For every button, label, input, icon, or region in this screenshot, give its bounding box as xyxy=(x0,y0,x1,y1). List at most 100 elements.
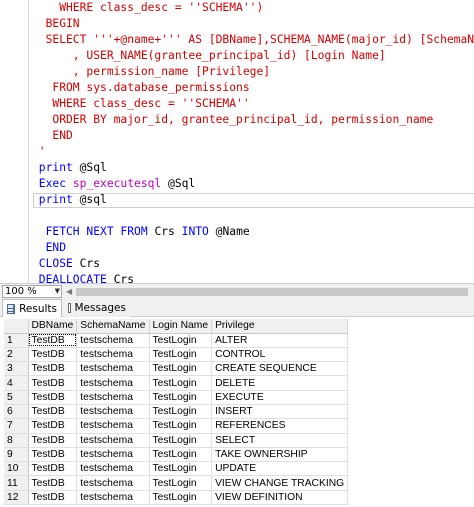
cell-login-name[interactable]: TestLogin xyxy=(149,361,213,377)
row-number[interactable]: 10 xyxy=(4,461,29,477)
tab-messages[interactable]: Messages xyxy=(64,299,130,317)
table-row[interactable]: 1 TestDB testschema TestLogin ALTER xyxy=(4,333,349,348)
cell-schemaname[interactable]: testschema xyxy=(76,475,150,491)
table-row[interactable]: 3 TestDB testschema TestLogin CREATE SEQUENC… xyxy=(4,361,349,377)
cell-login-name[interactable]: TestLogin xyxy=(149,433,213,448)
table-row[interactable]: 2 TestDB testschema TestLogin CONTROL xyxy=(4,347,349,363)
code-line[interactable]: ORDER BY major_id, grantee_principal_id,… xyxy=(32,112,474,128)
row-number[interactable]: 8 xyxy=(4,433,29,448)
cell-privilege[interactable]: REFERENCES xyxy=(211,418,349,434)
table-row[interactable]: 11 TestDB testschema TestLogin VIEW CHANGE T… xyxy=(4,475,349,491)
table-row[interactable]: 7 TestDB testschema TestLogin REFERENCES xyxy=(4,418,349,434)
cell-schemaname[interactable]: testschema xyxy=(76,333,150,348)
column-header-login-name[interactable]: Login Name xyxy=(149,319,213,334)
row-number[interactable]: 1 xyxy=(4,333,29,348)
cell-privilege[interactable]: EXECUTE xyxy=(211,390,349,405)
row-number[interactable]: 6 xyxy=(4,404,29,420)
cell-login-name[interactable]: TestLogin xyxy=(149,447,213,463)
code-line[interactable] xyxy=(32,208,474,224)
cell-privilege[interactable]: UPDATE xyxy=(211,461,349,477)
table-row[interactable]: 6 TestDB testschema TestLogin INSERT xyxy=(4,404,349,420)
sql-editor[interactable]: WHERE class_desc = ''SCHEMA'') BEGIN SEL… xyxy=(0,0,474,283)
row-number[interactable]: 7 xyxy=(4,418,29,434)
tab-results[interactable]: Results xyxy=(2,299,62,317)
cell-dbname[interactable]: TestDB xyxy=(28,490,78,506)
cell-schemaname[interactable]: testschema xyxy=(76,461,150,477)
table-row[interactable]: 8 TestDB testschema TestLogin SELECT xyxy=(4,433,349,448)
cell-dbname[interactable]: TestDB xyxy=(28,461,78,477)
code-line[interactable]: ' xyxy=(32,144,474,160)
cell-dbname[interactable]: TestDB xyxy=(28,361,78,377)
horizontal-scrollbar[interactable] xyxy=(76,288,468,296)
scroll-left-icon[interactable]: ◀ xyxy=(66,287,72,296)
table-row[interactable]: 5 TestDB testschema TestLogin EXECUTE xyxy=(4,390,349,405)
cell-schemaname[interactable]: testschema xyxy=(76,447,150,463)
table-row[interactable]: 9 TestDB testschema TestLogin TAKE OWNERSHIP xyxy=(4,447,349,463)
row-number[interactable]: 3 xyxy=(4,361,29,377)
cell-privilege[interactable]: TAKE OWNERSHIP xyxy=(211,447,349,463)
code-line[interactable]: FETCH NEXT FROM Crs INTO @Name xyxy=(32,224,474,240)
table-row[interactable]: 10 TestDB testschema TestLogin UPDATE xyxy=(4,461,349,477)
table-row[interactable]: 12 TestDB testschema TestLogin VIEW DEFINITI… xyxy=(4,490,349,506)
row-number-header[interactable] xyxy=(4,319,29,334)
row-number[interactable]: 4 xyxy=(4,375,29,391)
scrollbar-thumb[interactable] xyxy=(76,288,468,296)
cell-dbname[interactable]: TestDB xyxy=(28,475,78,491)
cell-schemaname[interactable]: testschema xyxy=(76,490,150,506)
cell-privilege[interactable]: INSERT xyxy=(211,404,349,420)
cell-login-name[interactable]: TestLogin xyxy=(149,375,213,391)
cell-dbname[interactable]: TestDB xyxy=(28,433,78,448)
cell-privilege[interactable]: DELETE xyxy=(211,375,349,391)
zoom-dropdown[interactable]: 100 % ▼ xyxy=(2,285,62,298)
code-line[interactable]: END xyxy=(32,240,474,256)
code-line[interactable]: END xyxy=(32,128,474,144)
cell-login-name[interactable]: TestLogin xyxy=(149,490,213,506)
cell-login-name[interactable]: TestLogin xyxy=(149,390,213,405)
table-row[interactable]: 4 TestDB testschema TestLogin DELETE xyxy=(4,375,349,391)
code-line[interactable]: , USER_NAME(grantee_principal_id) [Login… xyxy=(32,48,474,64)
code-lines[interactable]: WHERE class_desc = ''SCHEMA'') BEGIN SEL… xyxy=(32,0,474,283)
cell-privilege[interactable]: CONTROL xyxy=(211,347,349,363)
cell-privilege[interactable]: SELECT xyxy=(211,433,349,448)
code-line[interactable]: print @Sql xyxy=(32,160,474,176)
code-line[interactable]: FROM sys.database_permissions xyxy=(32,80,474,96)
row-number[interactable]: 5 xyxy=(4,390,29,405)
row-number[interactable]: 12 xyxy=(4,490,29,506)
results-grid[interactable]: DBName SchemaName Login Name Privilege 1… xyxy=(4,319,349,506)
cell-dbname[interactable]: TestDB xyxy=(28,447,78,463)
cell-login-name[interactable]: TestLogin xyxy=(149,333,213,348)
cell-schemaname[interactable]: testschema xyxy=(76,433,150,448)
cell-privilege[interactable]: VIEW DEFINITION xyxy=(211,490,349,506)
row-number[interactable]: 2 xyxy=(4,347,29,363)
cell-login-name[interactable]: TestLogin xyxy=(149,418,213,434)
cell-dbname[interactable]: TestDB xyxy=(28,404,78,420)
row-number[interactable]: 9 xyxy=(4,447,29,463)
cell-dbname[interactable]: TestDB xyxy=(28,390,78,405)
cell-schemaname[interactable]: testschema xyxy=(76,375,150,391)
code-line[interactable]: WHERE class_desc = ''SCHEMA'') xyxy=(32,0,474,16)
cell-dbname[interactable]: TestDB xyxy=(28,418,78,434)
cell-schemaname[interactable]: testschema xyxy=(76,404,150,420)
cell-dbname[interactable]: TestDB xyxy=(28,333,78,348)
cell-privilege[interactable]: CREATE SEQUENCE xyxy=(211,361,349,377)
cell-login-name[interactable]: TestLogin xyxy=(149,461,213,477)
chevron-down-icon[interactable]: ▼ xyxy=(55,287,60,296)
cell-schemaname[interactable]: testschema xyxy=(76,390,150,405)
cell-schemaname[interactable]: testschema xyxy=(76,347,150,363)
column-header-privilege[interactable]: Privilege xyxy=(211,319,349,334)
cell-login-name[interactable]: TestLogin xyxy=(149,475,213,491)
cell-schemaname[interactable]: testschema xyxy=(76,418,150,434)
cell-login-name[interactable]: TestLogin xyxy=(149,404,213,420)
cell-schemaname[interactable]: testschema xyxy=(76,361,150,377)
code-line[interactable]: print @sql xyxy=(32,192,474,208)
column-header-schemaname[interactable]: SchemaName xyxy=(76,319,150,334)
column-header-dbname[interactable]: DBName xyxy=(28,319,78,334)
cell-login-name[interactable]: TestLogin xyxy=(149,347,213,363)
code-line[interactable]: BEGIN xyxy=(32,16,474,32)
code-line[interactable]: , permission_name [Privilege] xyxy=(32,64,474,80)
cell-dbname[interactable]: TestDB xyxy=(28,375,78,391)
code-line[interactable]: WHERE class_desc = ''SCHEMA'' xyxy=(32,96,474,112)
code-line[interactable]: SELECT '''+@name+''' AS [DBName],SCHEMA_… xyxy=(32,32,474,48)
code-line[interactable]: DEALLOCATE Crs xyxy=(32,272,474,283)
code-line[interactable]: CLOSE Crs xyxy=(32,256,474,272)
